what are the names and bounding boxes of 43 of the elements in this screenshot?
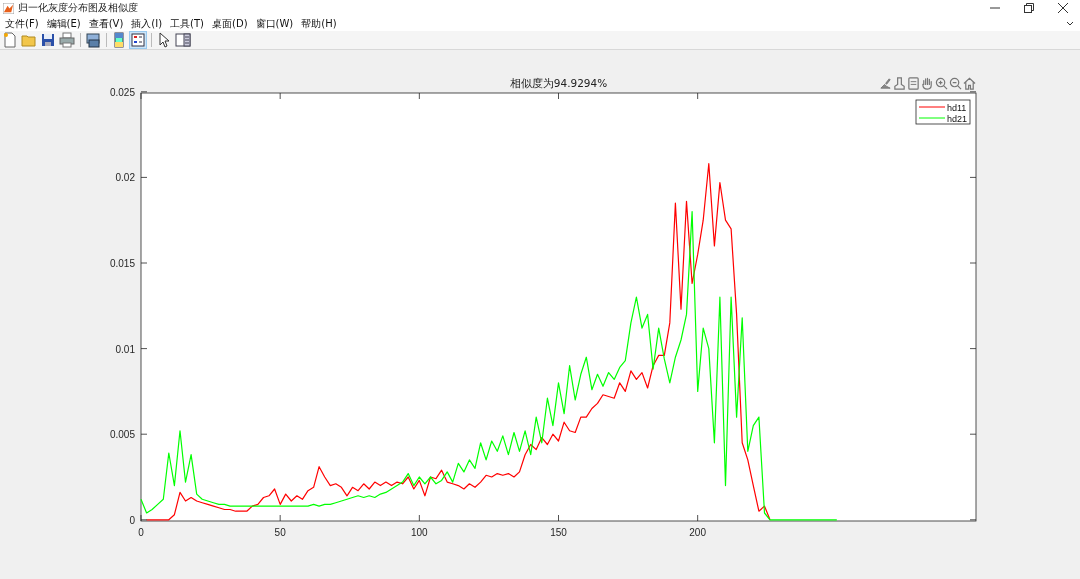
tick-label: 0 [129,514,135,526]
legend-label: hd21 [947,113,968,124]
axes-title: 相似度为94.9294% [509,77,608,89]
tick-label: 150 [550,527,567,538]
document-icon[interactable] [907,77,920,90]
tick-label: 0.01 [115,343,135,355]
legend-button[interactable] [129,31,147,49]
save-button[interactable] [39,31,57,49]
menu-item[interactable]: 桌面(D) [209,16,251,31]
new-file-button[interactable] [1,31,19,49]
menu-item[interactable]: 插入(I) [128,16,166,31]
tick-label: 100 [411,527,428,538]
print-button[interactable] [58,31,76,49]
tick-label: 50 [274,527,286,538]
menu-item[interactable]: 文件(F) [2,16,42,31]
restore-icon [1024,3,1034,13]
tick-label: 0 [138,527,144,538]
tick-label: 0.025 [109,86,135,98]
brush-icon[interactable] [879,77,892,90]
menu-item[interactable]: 窗口(W) [252,16,297,31]
figure-window-icon [85,32,101,48]
zoom-in-icon[interactable] [935,77,948,90]
figure-window-button[interactable] [84,31,102,49]
menu-item[interactable]: 查看(V) [85,16,127,31]
menu-item[interactable]: 工具(T) [167,16,208,31]
legend-label: hd11 [947,102,967,113]
home-icon[interactable] [963,77,976,90]
close-icon [1058,3,1068,13]
window-title: 归一化灰度分布图及相似度 [18,1,138,15]
expand-icon[interactable] [1066,20,1074,27]
panel-button[interactable] [174,31,192,49]
tick-label: 0.02 [115,172,135,184]
legend-icon [130,32,146,48]
tick-label: 0.005 [109,429,135,441]
tick-label: 0.015 [109,258,135,269]
menu-item[interactable]: 帮助(H) [298,16,340,31]
legend-box [915,99,971,125]
colorbar-icon [111,32,127,48]
menu-item[interactable]: 编辑(E) [43,16,84,31]
zoom-out-icon[interactable] [949,77,962,90]
tick-label: 200 [689,527,706,538]
pan-icon[interactable] [921,77,934,90]
save-icon [40,32,56,48]
